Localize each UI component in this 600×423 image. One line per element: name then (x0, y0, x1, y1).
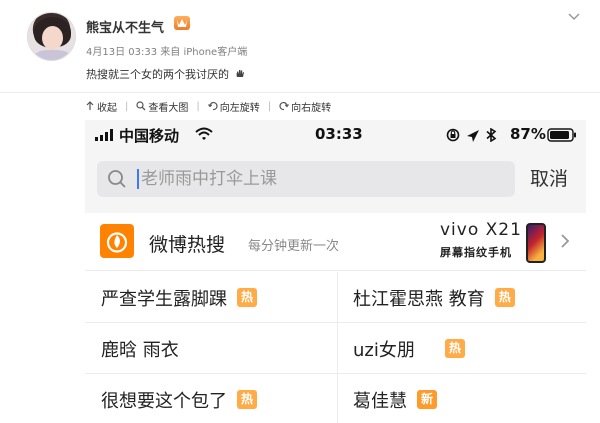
user-avatar[interactable] (27, 12, 76, 61)
cell-signal-icon (95, 129, 113, 141)
hot-search-panel: 微博热搜 每分钟更新一次 vivo X21 屏幕指纹手机 严查学生露脚踝 热 杜… (85, 213, 586, 423)
hot-row: 鹿晗 雨衣 uzi女朋 热 (85, 323, 586, 374)
post-date[interactable]: 4月13日 03:33 (86, 47, 157, 58)
ad-slogan: 屏幕指纹手机 (440, 246, 512, 259)
user-name[interactable]: 熊宝从不生气 (86, 17, 164, 36)
ad-brand: vivo X21 (440, 220, 522, 240)
collapse-button[interactable]: 收起 (85, 99, 117, 114)
search-row: 取消 (85, 151, 586, 207)
hot-item[interactable]: 杜江霍思燕 教育 热 (353, 272, 515, 323)
rotate-right-icon (279, 102, 290, 111)
hot-tag: 热 (237, 390, 257, 409)
search-input[interactable] (141, 167, 501, 191)
image-action-bar: 收起 | 查看大图 | 向左旋转 | 向右旋转 (85, 97, 339, 115)
hot-search-title: 微博热搜 (149, 234, 226, 256)
expand-chevron-icon[interactable] (568, 12, 580, 22)
hot-item[interactable]: 很想要这个包了 热 (101, 374, 257, 423)
text-cursor (137, 169, 139, 189)
hot-tag: 热 (237, 288, 257, 307)
status-icons (446, 128, 497, 142)
rotate-right-button[interactable]: 向右旋转 (279, 99, 331, 114)
wifi-icon (195, 127, 213, 140)
bluetooth-icon (486, 128, 497, 142)
hot-row: 很想要这个包了 热 葛佳慧 新 (85, 374, 586, 423)
phone-status-bar: 中国移动 03:33 87% (85, 120, 586, 150)
hot-tag: 热 (444, 339, 465, 358)
battery-percent: 87% (510, 125, 546, 143)
vivo-ad-banner[interactable]: vivo X21 屏幕指纹手机 (440, 219, 550, 265)
divider (0, 92, 600, 93)
rotate-left-button[interactable]: 向左旋转 (207, 99, 260, 114)
orientation-lock-icon (446, 128, 460, 142)
hot-item[interactable]: uzi女朋 热 (353, 323, 465, 374)
status-time: 03:33 (315, 125, 363, 143)
hot-row: 严查学生露脚踝 热 杜江霍思燕 教育 热 (85, 272, 586, 323)
post-meta: 4月13日 03:33 来自 iPhone客户端 (86, 43, 247, 58)
chevron-right-icon[interactable] (560, 233, 570, 249)
hot-item[interactable]: 葛佳慧 新 (353, 374, 437, 423)
search-icon (108, 170, 126, 188)
zoom-icon (136, 101, 146, 111)
view-large-button[interactable]: 查看大图 (136, 99, 188, 114)
hot-search-subtitle: 每分钟更新一次 (248, 239, 340, 254)
battery-icon (547, 128, 576, 142)
attached-screenshot[interactable]: 中国移动 03:33 87% 取消 (85, 120, 586, 423)
hot-search-logo-icon (100, 224, 134, 258)
new-tag: 新 (417, 390, 437, 409)
cancel-button[interactable]: 取消 (530, 164, 568, 191)
weibo-post: 熊宝从不生气 4月13日 03:33 来自 iPhone客户端 热搜就三个女的两… (0, 0, 600, 92)
wave-hand-icon (236, 70, 244, 77)
vip-badge-icon (174, 16, 190, 30)
hot-item[interactable]: 鹿晗 雨衣 (101, 323, 179, 374)
hot-item[interactable]: 严查学生露脚踝 热 (101, 272, 257, 323)
watermark-overlay (521, 392, 586, 420)
post-text: 热搜就三个女的两个我讨厌的 (86, 66, 245, 82)
collapse-icon (86, 101, 94, 110)
post-source: 来自 iPhone客户端 (160, 47, 248, 58)
hot-tag: 热 (494, 288, 515, 307)
location-icon (467, 130, 479, 142)
phone-image (526, 223, 546, 263)
rotate-left-icon (207, 102, 218, 111)
search-box[interactable] (97, 161, 515, 197)
carrier-name: 中国移动 (119, 127, 180, 145)
hot-search-header[interactable]: 微博热搜 每分钟更新一次 vivo X21 屏幕指纹手机 (85, 213, 586, 271)
hot-search-list: 严查学生露脚踝 热 杜江霍思燕 教育 热 鹿晗 雨衣 uzi女朋 热 很想要这个… (85, 272, 586, 423)
